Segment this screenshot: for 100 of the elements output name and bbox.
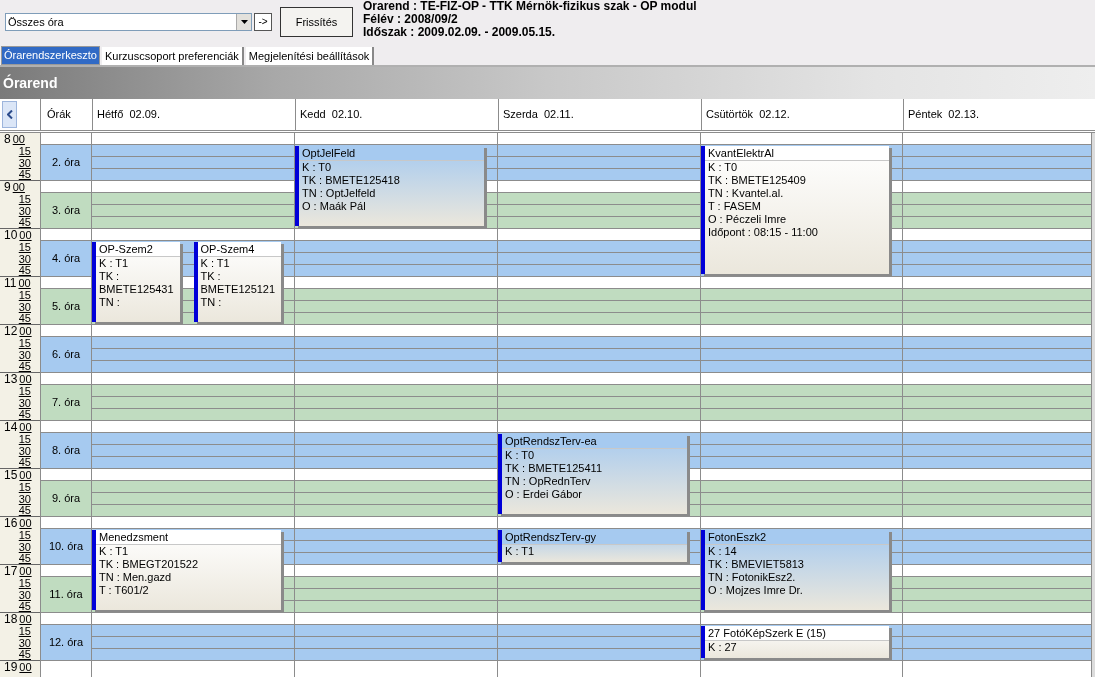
hour-label: 12: [4, 325, 18, 337]
event-detail: TK : BMETE125418: [301, 174, 401, 187]
minute-label: 15: [18, 482, 31, 493]
event-detail: O : Erdei Gábor: [504, 488, 584, 501]
minute-label: 00: [19, 614, 32, 625]
previous-week-button[interactable]: [2, 101, 17, 128]
hour-label: 19: [4, 661, 18, 673]
minute-label: 30: [18, 638, 31, 649]
minute-label: 30: [18, 158, 31, 169]
event-detail: TN :: [98, 296, 121, 309]
minute-label: 45: [18, 601, 31, 612]
minute-label: 45: [18, 457, 31, 468]
hour-label: 13: [4, 373, 18, 385]
minute-label: 45: [18, 217, 31, 228]
event-card[interactable]: 27 FotóKépSzerk E (15) K : 27: [701, 626, 889, 658]
event-detail: TK : BMETE125431: [98, 270, 175, 296]
hour-label: 16: [4, 517, 18, 529]
minute-label: 30: [18, 494, 31, 505]
minute-label: 45: [18, 361, 31, 372]
minute-label: 45: [18, 409, 31, 420]
hour-label: 18: [4, 613, 18, 625]
minute-label: 15: [18, 626, 31, 637]
minute-label: 45: [18, 553, 31, 564]
event-card[interactable]: OP-Szem2 K : T1 TK : BMETE125431 TN :: [92, 242, 180, 322]
minute-label: 45: [18, 505, 31, 516]
event-card[interactable]: OptJelFeld K : T0 TK : BMETE125418 TN : OptJelfeld O : Maák Pál: [295, 146, 484, 226]
day-header: Hétfő 02.09.: [92, 99, 295, 130]
period-label: 12. óra: [41, 625, 91, 661]
minute-label: 15: [18, 386, 31, 397]
period-label: 2. óra: [41, 145, 91, 181]
period-label: 7. óra: [41, 385, 91, 421]
event-detail: K : T0: [301, 161, 333, 174]
minute-label: 00: [19, 326, 32, 337]
period-label: 6. óra: [41, 337, 91, 373]
tab[interactable]: Órarendszerkeszto: [1, 46, 100, 65]
event-title: 27 FotóKépSzerk E (15): [705, 626, 889, 641]
tab[interactable]: Megjelenítési beállítások: [245, 47, 375, 65]
event-card[interactable]: OptRendszTerv-gy K : T1: [498, 530, 687, 562]
minute-label: 45: [18, 169, 31, 180]
period-label: 8. óra: [41, 433, 91, 469]
minute-label: 15: [18, 338, 31, 349]
hour-label: 17: [4, 565, 18, 577]
event-card[interactable]: Menedzsment K : T1 TK : BMEGT201522 TN : Men.gazd T : T601/2: [92, 530, 281, 610]
schedule-info: Időszak : 2009.02.09. - 2009.05.15.: [363, 26, 557, 39]
period-label: 3. óra: [41, 193, 91, 229]
day-header: Kedd 02.10.: [295, 99, 498, 130]
event-card[interactable]: OptRendszTerv-ea K : T0 TK : BMETE125411 TN : OpRednTerv O : Erdei Gábor: [498, 434, 687, 514]
event-title: OP-Szem2: [96, 242, 180, 257]
minute-label: 00: [19, 662, 32, 673]
event-detail: TK : BMETE125121: [199, 270, 277, 296]
event-detail: TN : OptJelfeld: [301, 187, 377, 200]
event-detail: K : T1: [199, 257, 231, 270]
minute-label: 00: [19, 470, 32, 481]
minute-label: 30: [18, 542, 31, 553]
minute-label: 15: [18, 146, 31, 157]
tab[interactable]: Kurzuscsoport preferenciák: [101, 47, 244, 65]
event-title: Menedzsment: [96, 530, 281, 545]
period-label: 10. óra: [41, 529, 91, 565]
minute-label: 45: [18, 313, 31, 324]
period-label: 11. óra: [41, 577, 91, 613]
go-button[interactable]: ->: [254, 13, 272, 31]
event-detail: TN : Kvantel.al.: [707, 187, 785, 200]
minute-label: 30: [18, 398, 31, 409]
event-card[interactable]: OP-Szem4 K : T1 TK : BMETE125121 TN :: [193, 242, 281, 322]
hour-label: 14: [4, 421, 18, 433]
minute-label: 00: [19, 230, 32, 241]
event-title: FotonEszk2: [705, 530, 889, 545]
event-detail: O : Mojzes Imre Dr.: [707, 584, 804, 597]
day-header: Csütörtök 02.12.: [701, 99, 903, 130]
event-detail: T : FASEM: [707, 200, 762, 213]
event-detail: TN : Men.gazd: [98, 571, 173, 584]
event-card[interactable]: KvantElektrAl K : T0 TK : BMETE125409 TN : Kvantel.al. T : FASEM O : Péczeli Imre Időpont : 08:15 - 11:00: [701, 146, 889, 274]
section-title: Órarend: [2, 73, 58, 93]
event-detail: K : T0: [504, 449, 536, 462]
schedule-info: Órarend : TE-FIZ-OP - TTK Mérnök-fizikus szak - OP modul: [363, 0, 697, 13]
event-detail: O : Maák Pál: [301, 200, 367, 213]
minute-label: 30: [18, 206, 31, 217]
minute-label: 00: [19, 566, 32, 577]
event-detail: TK : BMETE125411: [504, 462, 603, 475]
event-detail: K : T1: [504, 545, 536, 558]
event-title: OP-Szem4: [197, 242, 281, 257]
event-detail: TN : FotonikEsz2.: [707, 571, 797, 584]
day-header: Szerda 02.11.: [498, 99, 701, 130]
event-detail: K : T0: [707, 161, 739, 174]
day-header: Péntek 02.13.: [903, 99, 1092, 130]
filter-value: Összes óra: [7, 14, 64, 30]
event-card[interactable]: FotonEszk2 K : 14 TK : BMEVIET5813 TN : FotonikEsz2. O : Mojzes Imre Dr.: [701, 530, 889, 610]
schedule-info: Félév : 2008/09/2: [363, 13, 459, 26]
event-detail: TK : BMETE125409: [707, 174, 807, 187]
event-detail: O : Péczeli Imre: [707, 213, 788, 226]
event-title: OptRendszTerv-gy: [502, 530, 687, 545]
event-detail: TN : OpRednTerv: [504, 475, 592, 488]
minute-label: 15: [18, 578, 31, 589]
period-label: 4. óra: [41, 241, 91, 277]
filter-dropdown[interactable]: Összes óra: [5, 13, 252, 31]
event-detail: TN :: [199, 296, 223, 309]
minute-label: 15: [18, 194, 31, 205]
refresh-button[interactable]: Frissítés: [280, 7, 353, 37]
minute-label: 30: [18, 350, 31, 361]
minute-label: 00: [12, 134, 25, 145]
